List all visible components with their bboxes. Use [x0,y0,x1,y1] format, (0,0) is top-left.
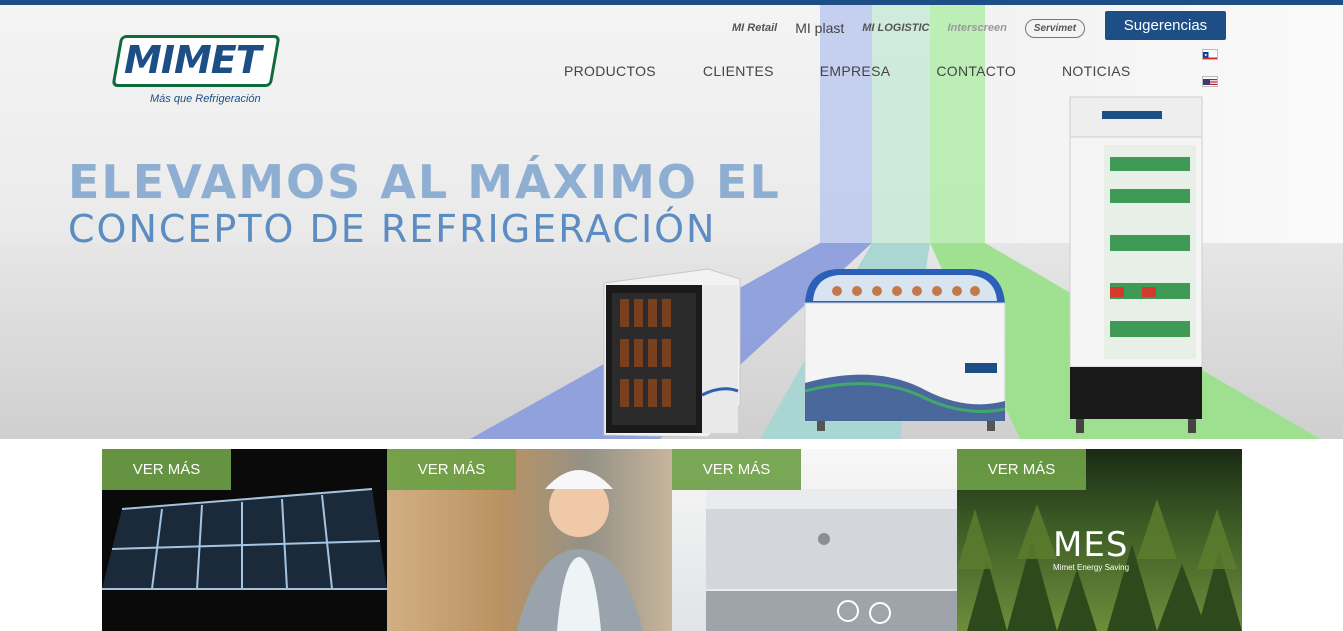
brand-servimet[interactable]: Servimet [1024,18,1086,38]
product-upright-cooler-image [1069,96,1203,433]
hero-banner: MIMET Más que Refrigeración MI Retail MI… [0,5,1343,439]
product-bottle-cooler-image [603,268,741,438]
ver-mas-button[interactable]: VER MÁS [387,449,516,490]
mes-logo-text: MES [1053,525,1129,565]
product-chest-freezer-image [804,269,1006,431]
suggestions-button[interactable]: Sugerencias [1105,11,1226,40]
tile-worker[interactable]: VER MÁS [387,449,672,631]
nav-contacto[interactable]: CONTACTO [936,63,1016,79]
brand-strip: MI Retail MI plast MI LOGISTIC Interscre… [732,15,1086,41]
feature-tiles: VER MÁS VER MÁS VER MÁS MES Mimet Energy… [102,449,1242,631]
mes-logo-subtext: Mimet Energy Saving [1053,563,1130,572]
headline-line-2: CONCEPTO DE REFRIGERACIÓN [68,207,717,251]
tile-freezer-interior[interactable]: VER MÁS [102,449,387,631]
logo-tagline: Más que Refrigeración [150,93,261,105]
mimet-logo[interactable]: MIMET Más que Refrigeración [111,35,281,117]
ver-mas-button[interactable]: VER MÁS [672,449,801,490]
nav-empresa[interactable]: EMPRESA [820,63,891,79]
tile-energy-saving[interactable]: MES Mimet Energy Saving VER MÁS [957,449,1242,631]
ver-mas-button[interactable]: VER MÁS [957,449,1086,490]
nav-noticias[interactable]: NOTICIAS [1062,63,1131,79]
hero-headline: ELEVAMOS AL MÁXIMO EL CONCEPTO DE REFRIG… [68,155,781,251]
ver-mas-button[interactable]: VER MÁS [102,449,231,490]
tile-certified-cooler[interactable]: VER MÁS [672,449,957,631]
main-nav: PRODUCTOS CLIENTES EMPRESA CONTACTO NOTI… [564,63,1131,79]
nav-productos[interactable]: PRODUCTOS [564,63,656,79]
brand-mi-plast[interactable]: MI plast [795,20,844,36]
flag-usa-icon[interactable] [1202,76,1218,87]
brand-mi-retail[interactable]: MI Retail [732,22,777,34]
brand-interscreen[interactable]: Interscreen [947,22,1006,34]
nav-clientes[interactable]: CLIENTES [703,63,774,79]
mes-logo: MES Mimet Energy Saving [1053,525,1129,572]
headline-line-1: ELEVAMOS AL MÁXIMO EL [68,155,781,209]
flag-chile-icon[interactable] [1202,49,1218,60]
brand-mi-logistic[interactable]: MI LOGISTIC [862,22,929,34]
logo-wordmark: MIMET [124,38,262,82]
